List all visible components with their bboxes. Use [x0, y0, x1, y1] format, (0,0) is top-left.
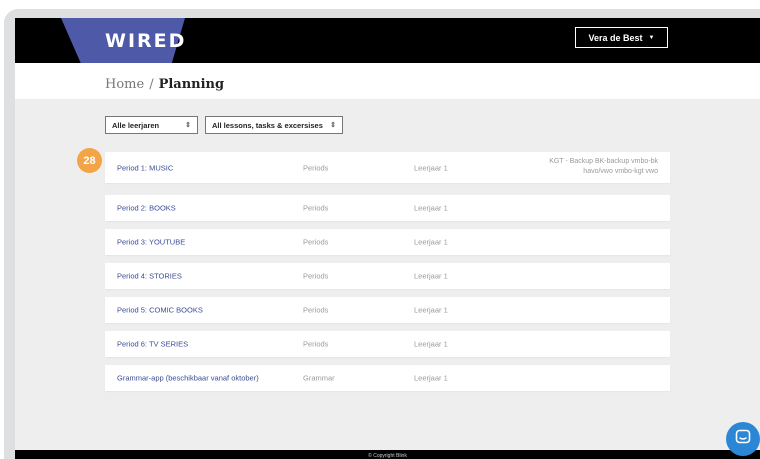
footer: © Copyright Blink — [15, 450, 760, 459]
item-type: Periods — [303, 203, 329, 213]
logo[interactable]: WIRED — [105, 30, 186, 52]
item-title[interactable]: Period 1: MUSIC — [117, 163, 173, 172]
top-bar: WIRED Vera de Best ▼ — [15, 18, 760, 69]
app-screen: WIRED Vera de Best ▼ Home / Planning All… — [15, 18, 760, 459]
item-type: Periods — [303, 163, 329, 172]
item-type: Periods — [303, 237, 329, 247]
item-level: Leerjaar 1 — [414, 373, 448, 383]
breadcrumb-bar: Home / Planning — [15, 63, 760, 99]
item-title[interactable]: Period 4: STORIES — [117, 272, 182, 281]
breadcrumb-current: Planning — [158, 77, 225, 92]
list-item[interactable]: Period 3: YOUTUBE Periods Leerjaar 1 — [105, 229, 670, 255]
item-groups: KGT - Backup BK-backup vmbo-bk havo/vwo … — [549, 158, 658, 175]
select-arrows-icon: ⇕ — [330, 122, 336, 129]
select-arrows-icon: ⇕ — [185, 122, 191, 129]
chat-button[interactable] — [726, 422, 760, 456]
list-item[interactable]: Period 2: BOOKS Periods Leerjaar 1 — [105, 195, 670, 221]
content-select[interactable]: All lessons, tasks & excersises ⇕ — [205, 116, 343, 134]
grade-select[interactable]: Alle leerjaren ⇕ — [105, 116, 198, 134]
item-level: Leerjaar 1 — [414, 163, 448, 172]
item-type: Grammar — [303, 373, 335, 383]
item-level: Leerjaar 1 — [414, 339, 448, 349]
grade-select-value: Alle leerjaren — [112, 120, 160, 130]
item-type: Periods — [303, 305, 329, 315]
list-item[interactable]: Period 4: STORIES Periods Leerjaar 1 — [105, 263, 670, 289]
item-level: Leerjaar 1 — [414, 237, 448, 247]
caret-down-icon: ▼ — [648, 34, 655, 41]
item-level: Leerjaar 1 — [414, 271, 448, 281]
user-name: Vera de Best — [588, 32, 643, 43]
user-menu-button[interactable]: Vera de Best ▼ — [575, 27, 668, 48]
breadcrumb-separator: / — [149, 77, 154, 92]
item-title[interactable]: Period 6: TV SERIES — [117, 340, 188, 349]
copyright-text: © Copyright Blink — [368, 453, 407, 459]
content-select-value: All lessons, tasks & excersises — [212, 120, 323, 130]
filter-bar: Alle leerjaren ⇕ All lessons, tasks & ex… — [105, 116, 343, 134]
item-level: Leerjaar 1 — [414, 203, 448, 213]
count-badge: 28 — [77, 148, 102, 173]
list-item[interactable]: Period 6: TV SERIES Periods Leerjaar 1 — [105, 331, 670, 357]
item-title[interactable]: Grammar-app (beschikbaar vanaf oktober) — [117, 374, 259, 383]
list-item[interactable]: Period 5: COMIC BOOKS Periods Leerjaar 1 — [105, 297, 670, 323]
item-type: Periods — [303, 339, 329, 349]
breadcrumb: Home / Planning — [105, 77, 224, 92]
chat-icon — [735, 429, 751, 450]
item-level: Leerjaar 1 — [414, 305, 448, 315]
item-title[interactable]: Period 5: COMIC BOOKS — [117, 306, 203, 315]
list-item[interactable]: Period 1: MUSIC Periods Leerjaar 1 KGT -… — [105, 152, 670, 183]
item-title[interactable]: Period 2: BOOKS — [117, 204, 176, 213]
item-type: Periods — [303, 271, 329, 281]
item-title[interactable]: Period 3: YOUTUBE — [117, 238, 185, 247]
breadcrumb-home[interactable]: Home — [105, 77, 144, 92]
list-item[interactable]: Grammar-app (beschikbaar vanaf oktober) … — [105, 365, 670, 391]
